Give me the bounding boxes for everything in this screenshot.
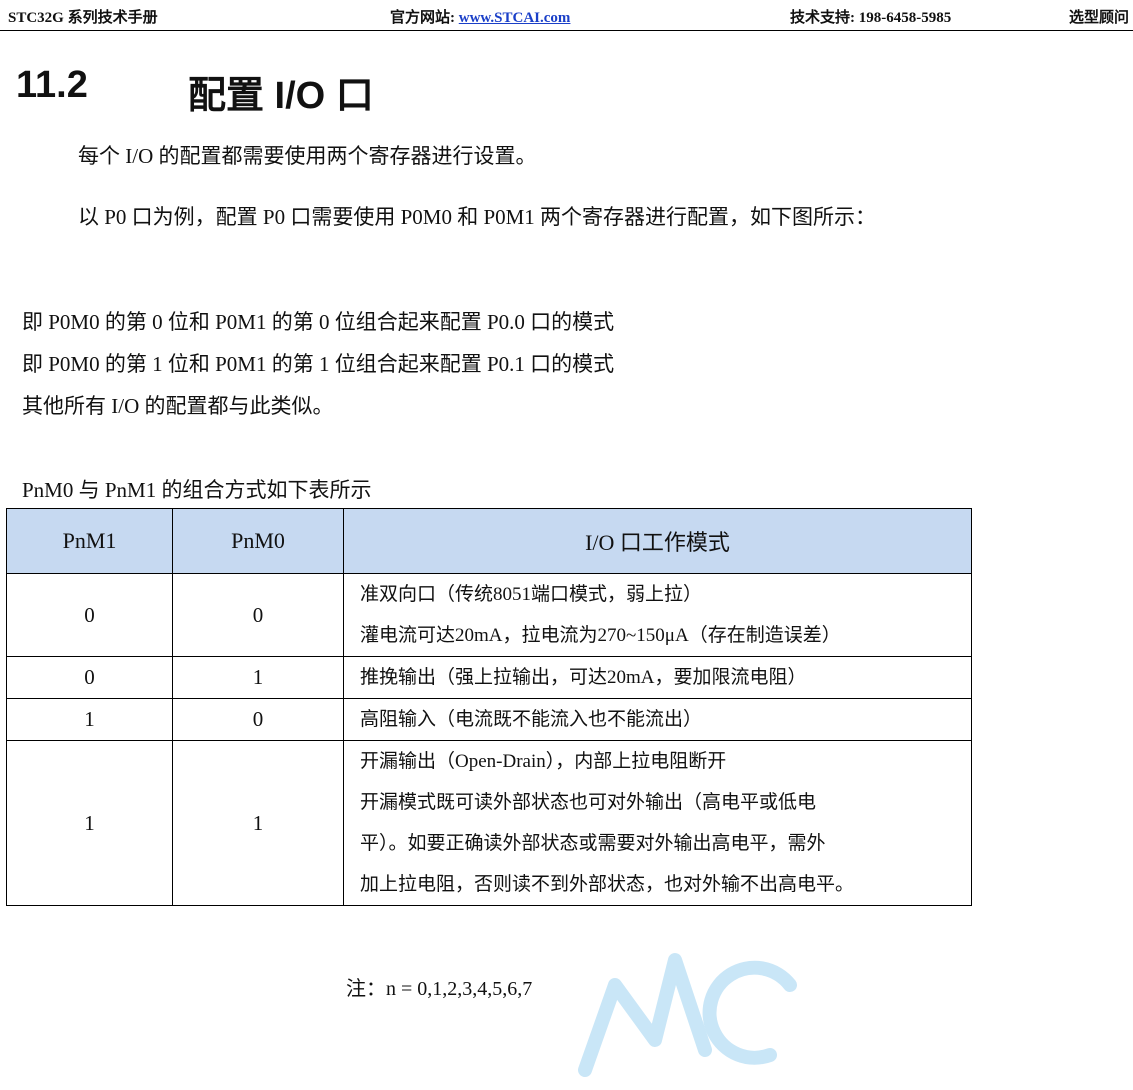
manual-title: STC32G 系列技术手册 bbox=[8, 10, 158, 26]
cell-pnm1: 0 bbox=[6, 656, 173, 699]
mode-description-line: 开漏模式既可读外部状态也可对外输出（高电平或低电 bbox=[360, 792, 817, 813]
cell-pnm0: 0 bbox=[172, 698, 344, 741]
paragraph-bit0: 即 P0M0 的第 0 位和 P0M1 的第 0 位组合起来配置 P0.0 口的… bbox=[22, 310, 615, 334]
paragraph-others: 其他所有 I/O 的配置都与此类似。 bbox=[22, 394, 334, 418]
table-caption: PnM0 与 PnM1 的组合方式如下表所示 bbox=[22, 478, 372, 502]
cell-mode-description: 高阻输入（电流既不能流入也不能流出） bbox=[343, 698, 972, 741]
mode-description-line: 高阻输入（电流既不能流入也不能流出） bbox=[360, 709, 703, 730]
cell-pnm1: 1 bbox=[6, 698, 173, 741]
table-row: 0 0 准双向口（传统8051端口模式，弱上拉） 灌电流可达20mA，拉电流为270~… bbox=[6, 573, 972, 657]
site-label: 官方网站: bbox=[390, 10, 459, 26]
watermark-logo bbox=[578, 953, 797, 1077]
mode-description-line: 推挽输出（强上拉输出，可达20mA，要加限流电阻） bbox=[360, 667, 807, 688]
cell-pnm1: 1 bbox=[6, 740, 173, 906]
cell-pnm0: 1 bbox=[172, 656, 344, 699]
table-row: 1 1 开漏输出（Open-Drain），内部上拉电阻断开 开漏模式既可读外部状态也可… bbox=[6, 740, 972, 906]
cell-mode-description: 准双向口（传统8051端口模式，弱上拉） 灌电流可达20mA，拉电流为270~15… bbox=[343, 573, 972, 657]
selection-advisor: 选型顾问 bbox=[1068, 10, 1129, 26]
paragraph-bit1: 即 P0M0 的第 1 位和 P0M1 的第 1 位组合起来配置 P0.1 口的… bbox=[22, 352, 615, 376]
paragraph-example: 以 P0 口为例，配置 P0 口需要使用 P0M0 和 P0M1 两个寄存器进行… bbox=[78, 205, 877, 229]
paragraph-intro: 每个 I/O 的配置都需要使用两个寄存器进行设置。 bbox=[78, 144, 537, 168]
cell-pnm0: 0 bbox=[172, 573, 344, 657]
table-body: 0 0 准双向口（传统8051端口模式，弱上拉） 灌电流可达20mA，拉电流为270~… bbox=[6, 573, 972, 906]
mode-description-line: 开漏输出（Open-Drain），内部上拉电阻断开 bbox=[360, 751, 727, 772]
site-link[interactable]: www.STCAI.com bbox=[459, 10, 571, 26]
cell-mode-description: 推挽输出（强上拉输出，可达20mA，要加限流电阻） bbox=[343, 656, 972, 699]
table-row: 0 1 推挽输出（强上拉输出，可达20mA，要加限流电阻） bbox=[6, 656, 972, 699]
cell-pnm0: 1 bbox=[172, 740, 344, 906]
table-note: 注：n = 0,1,2,3,4,5,6,7 bbox=[346, 978, 533, 1000]
cell-mode-description: 开漏输出（Open-Drain），内部上拉电阻断开开漏模式既可读外部状态也可对外… bbox=[343, 740, 972, 906]
mode-description-line: 平）。如要正确读外部状态或需要对外输出高电平，需外 bbox=[360, 833, 826, 854]
section-title: 配置 I/O 口 bbox=[188, 75, 374, 117]
section-number: 11.2 bbox=[16, 64, 88, 106]
header-pnm0: PnM0 bbox=[172, 508, 344, 574]
table-row: 1 0 高阻输入（电流既不能流入也不能流出） bbox=[6, 698, 972, 741]
cell-pnm1: 0 bbox=[6, 573, 173, 657]
header-pnm1: PnM1 bbox=[6, 508, 173, 574]
mode-description-line: 加上拉电阻，否则读不到外部状态，也对外输不出高电平。 bbox=[360, 874, 855, 895]
table-header-row: PnM1 PnM0 I/O 口工作模式 bbox=[6, 508, 972, 574]
page-header: STC32G 系列技术手册 官方网站: www.STCAI.com 技术支持: … bbox=[0, 0, 1133, 31]
support-phone: 技术支持: 198-6458-5985 bbox=[790, 10, 952, 26]
mode-description-line: 准双向口（传统8051端口模式，弱上拉） bbox=[360, 584, 703, 605]
io-mode-table: PnM1 PnM0 I/O 口工作模式 0 0 准双向口（传统8051端口模式，弱上… bbox=[6, 508, 972, 906]
official-site: 官方网站: www.STCAI.com bbox=[390, 6, 570, 27]
mode-description-line: 灌电流可达20mA，拉电流为270~150μA（存在制造误差） bbox=[360, 625, 841, 646]
header-mode: I/O 口工作模式 bbox=[343, 508, 972, 574]
